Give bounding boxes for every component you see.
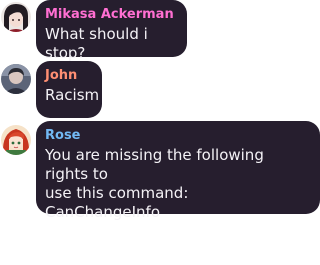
- message-bubble: John Racism: [36, 61, 102, 118]
- message-bubble: Rose You are missing the following right…: [36, 121, 320, 221]
- message-text: What should i stop?: [45, 25, 148, 62]
- message-text: Racism: [45, 86, 100, 104]
- person-avatar-icon[interactable]: [1, 64, 31, 94]
- message-bubble: Mikasa Ackerman What should i stop?: [36, 0, 187, 62]
- sender-name: Rose: [45, 128, 81, 143]
- message-row: Mikasa Ackerman What should i stop?: [0, 0, 320, 62]
- message-text: You are missing the following rights to …: [45, 146, 264, 221]
- red-hair-girl-avatar-icon[interactable]: [1, 125, 31, 155]
- message-row: John Racism: [0, 60, 320, 120]
- girl-dark-hair-avatar-icon[interactable]: [1, 2, 31, 32]
- message-row: Rose You are missing the following right…: [0, 120, 320, 221]
- sender-name: Mikasa Ackerman: [45, 7, 174, 22]
- sender-name: John: [45, 68, 78, 83]
